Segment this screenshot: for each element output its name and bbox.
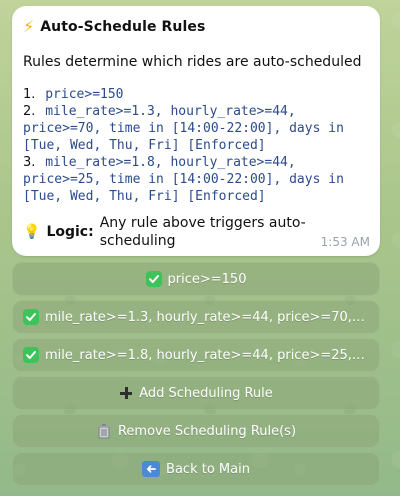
message-title: Auto-Schedule Rules (40, 19, 206, 35)
button-label: mile_rate>=1.3, hourly_rate>=44, price>=… (45, 309, 369, 325)
back-arrow-icon (142, 461, 161, 477)
add-scheduling-rule-button[interactable]: Add Scheduling Rule (12, 376, 380, 410)
button-label: Add Scheduling Rule (139, 385, 273, 401)
rule-button-1[interactable]: price>=150 (12, 262, 380, 296)
remove-scheduling-rules-button[interactable]: Remove Scheduling Rule(s) (12, 414, 380, 448)
logic-row: 💡 Logic: Any rule above triggers auto-sc… (23, 214, 369, 250)
trash-icon (97, 424, 110, 439)
button-label: mile_rate>=1.8, hourly_rate>=44, price>=… (45, 347, 369, 363)
rule-item-3: 3. mile_rate>=1.8, hourly_rate>=44, pric… (23, 154, 369, 205)
rule-number: 2. (23, 104, 36, 119)
button-label: Remove Scheduling Rule(s) (117, 423, 297, 439)
rules-list: 1. price>=150 2. mile_rate>=1.3, hourly_… (23, 86, 369, 205)
rule-button-3[interactable]: mile_rate>=1.8, hourly_rate>=44, price>=… (12, 338, 380, 372)
check-icon (23, 347, 39, 363)
check-icon (145, 271, 162, 287)
message-timestamp: 1:53 AM (320, 235, 370, 249)
rule-text: price>=150 (45, 87, 124, 102)
rule-number: 3. (23, 155, 36, 170)
bot-message-bubble: ⚡ Auto-Schedule Rules Rules determine wh… (12, 6, 380, 256)
rule-item-1: 1. price>=150 (23, 86, 369, 103)
rule-button-2[interactable]: mile_rate>=1.3, hourly_rate>=44, price>=… (12, 300, 380, 334)
rule-text: mile_rate>=1.3, hourly_rate>=44, price>=… (23, 104, 352, 153)
logic-label: Logic: (46, 224, 94, 240)
inline-keyboard: price>=150 mile_rate>=1.3, hourly_rate>=… (12, 262, 380, 490)
rule-number: 1. (23, 87, 36, 102)
rule-text: mile_rate>=1.8, hourly_rate>=44, price>=… (23, 155, 352, 204)
check-icon (23, 309, 39, 325)
back-to-main-button[interactable]: Back to Main (12, 452, 380, 486)
message-description: Rules determine which rides are auto-sch… (23, 54, 362, 70)
lightbulb-icon: 💡 (23, 224, 41, 240)
button-label: price>=150 (167, 271, 247, 287)
plus-icon (119, 386, 133, 400)
button-label: Back to Main (166, 461, 250, 477)
lightning-bolt-icon: ⚡ (23, 17, 35, 36)
message-title-row: ⚡ Auto-Schedule Rules (23, 16, 369, 38)
rule-item-2: 2. mile_rate>=1.3, hourly_rate>=44, pric… (23, 103, 369, 154)
